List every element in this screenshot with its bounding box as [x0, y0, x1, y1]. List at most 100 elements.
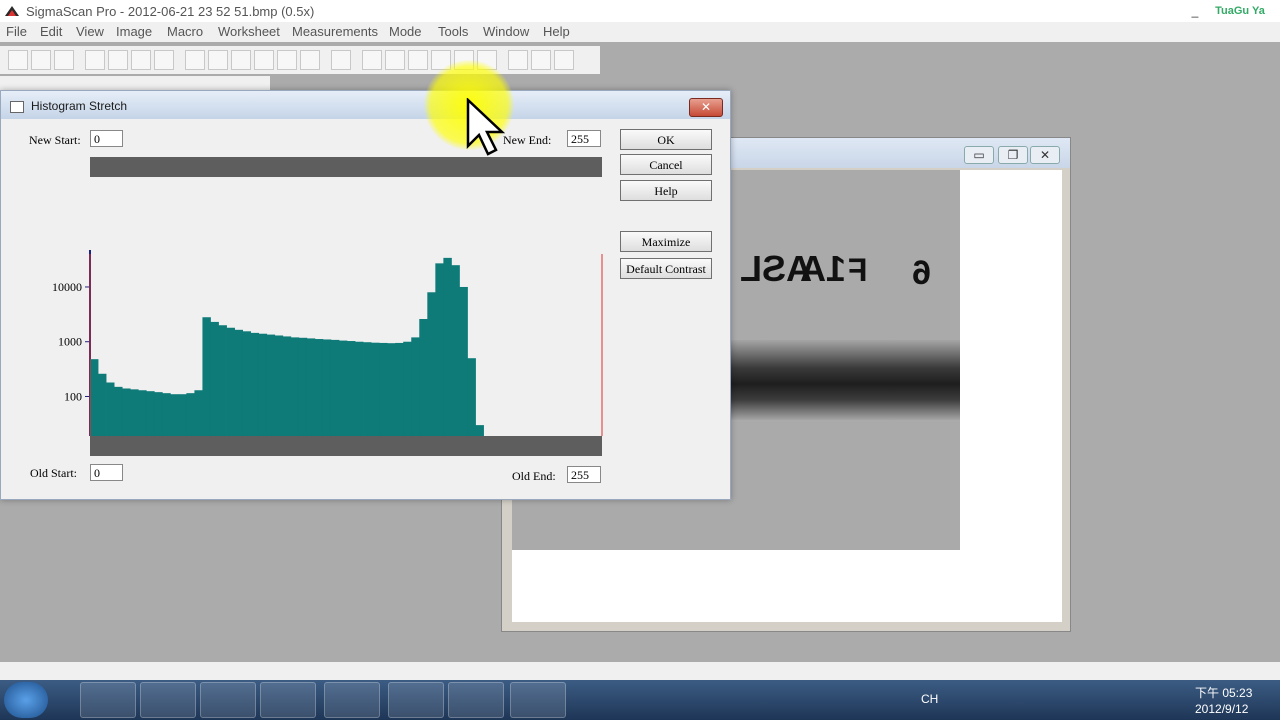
new-end-label: New End:: [503, 133, 552, 147]
open-icon[interactable]: [31, 50, 51, 70]
old-start-label: Old Start:: [30, 466, 77, 480]
powerpoint-icon[interactable]: [388, 682, 444, 718]
new-range-bar[interactable]: [90, 157, 602, 177]
scatter-icon[interactable]: [408, 50, 428, 70]
new-start-label: New Start:: [29, 133, 81, 147]
menu-image[interactable]: Image: [116, 24, 152, 39]
print-icon[interactable]: [331, 50, 351, 70]
menu-window[interactable]: Window: [483, 24, 529, 39]
trace-icon[interactable]: [254, 50, 274, 70]
maximize-contrast-button[interactable]: Maximize Contrast: [620, 231, 712, 269]
settings-icon[interactable]: [554, 50, 574, 70]
pointer-icon[interactable]: [185, 50, 205, 70]
dialog-title: Histogram Stretch: [31, 99, 128, 113]
fill-icon[interactable]: [208, 50, 228, 70]
histogram-bar: [186, 393, 195, 436]
chart-icon[interactable]: [362, 50, 382, 70]
old-start-input[interactable]: 0: [90, 464, 123, 481]
minimize-button[interactable]: _: [1182, 2, 1208, 20]
system-tray: CH 下午 05:23 2012/9/12: [905, 680, 1280, 720]
histogram-bar: [338, 340, 348, 436]
histogram-bar: [467, 358, 476, 436]
ie-icon[interactable]: [200, 682, 256, 718]
histogram-bar: [138, 390, 147, 436]
image-maximize-button[interactable]: ❐: [998, 146, 1028, 164]
histogram-bar: [427, 292, 436, 436]
old-range-bar[interactable]: [90, 436, 602, 456]
histogram-bar: [379, 342, 388, 436]
image-close-button[interactable]: ✕: [1030, 146, 1060, 164]
menu-tools[interactable]: Tools: [438, 24, 468, 39]
histogram-bar: [290, 337, 300, 436]
histogram-bar: [226, 327, 235, 436]
histogram-bar: [170, 394, 179, 436]
help-button[interactable]: Help: [620, 180, 712, 201]
dialog-window-icon: [10, 101, 24, 113]
histogram-bar: [162, 393, 171, 436]
histogram-bar: [258, 333, 268, 436]
frame-icon[interactable]: [508, 50, 528, 70]
histogram-bar: [443, 257, 452, 436]
select-icon[interactable]: [231, 50, 251, 70]
copy-icon[interactable]: [108, 50, 128, 70]
ok-button[interactable]: OK: [620, 129, 712, 150]
histogram-bar: [347, 341, 356, 436]
menu-help[interactable]: Help: [543, 24, 570, 39]
histogram-bar: [314, 339, 324, 436]
histogram-bar: [395, 342, 404, 436]
histogram-bar: [90, 359, 99, 436]
line-chart-icon[interactable]: [385, 50, 405, 70]
grid-icon[interactable]: [300, 50, 320, 70]
save-icon[interactable]: [54, 50, 74, 70]
histogram-stretch-dialog[interactable]: Histogram Stretch ✕ New Start: 0 New End…: [0, 90, 731, 500]
cut-icon[interactable]: [85, 50, 105, 70]
calculator-icon[interactable]: [140, 682, 196, 718]
gel-label-6: 6: [912, 254, 931, 292]
windows-taskbar: CH 下午 05:23 2012/9/12: [0, 680, 1280, 720]
menu-macro[interactable]: Macro: [167, 24, 203, 39]
new-start-input[interactable]: 0: [90, 130, 123, 147]
start-button-icon[interactable]: [4, 682, 48, 718]
camera-icon[interactable]: [324, 682, 380, 718]
clock-date[interactable]: 2012/9/12: [1195, 702, 1248, 716]
monitor-icon[interactable]: [448, 682, 504, 718]
new-end-input[interactable]: 255: [567, 130, 601, 147]
old-end-input[interactable]: 255: [567, 466, 601, 483]
folder-icon[interactable]: [260, 682, 316, 718]
menu-measurements[interactable]: Measurements: [292, 24, 378, 39]
histogram-bar: [114, 386, 123, 436]
y-axis: 010100100010000: [53, 250, 91, 436]
menu-edit[interactable]: Edit: [40, 24, 62, 39]
histogram-bar: [194, 390, 203, 436]
default-contrast-button[interactable]: Default Contrast: [620, 258, 712, 279]
dialog-close-button[interactable]: ✕: [689, 98, 723, 117]
gel-label-f: F: [848, 252, 868, 288]
histogram-bar: [475, 425, 484, 436]
window-title: SigmaScan Pro - 2012-06-21 23 52 51.bmp …: [26, 4, 315, 19]
language-indicator[interactable]: CH: [921, 692, 938, 706]
app-title-bar: SigmaScan Pro - 2012-06-21 23 52 51.bmp …: [0, 0, 1280, 22]
clock-time[interactable]: 下午 05:23: [1195, 684, 1252, 701]
histogram-bar: [355, 341, 364, 436]
menu-mode[interactable]: Mode: [389, 24, 422, 39]
target-icon[interactable]: [531, 50, 551, 70]
image-minimize-button[interactable]: ▭: [964, 146, 994, 164]
histogram-bar: [411, 337, 420, 436]
cancel-button[interactable]: Cancel: [620, 154, 712, 175]
menu-bar: File Edit View Image Macro Worksheet Mea…: [0, 22, 1280, 42]
undo-icon[interactable]: [154, 50, 174, 70]
paint-icon[interactable]: [510, 682, 566, 718]
histogram-bar: [146, 391, 155, 436]
menu-worksheet[interactable]: Worksheet: [218, 24, 280, 39]
histogram-bar: [202, 317, 211, 436]
new-icon[interactable]: [8, 50, 28, 70]
sigmascan-app-icon: [4, 4, 20, 18]
dialog-caption: Histogram Stretch ✕: [1, 91, 730, 119]
histogram-bar: [266, 334, 276, 436]
histogram-bar: [178, 394, 187, 436]
paste-icon[interactable]: [131, 50, 151, 70]
grid-app-icon[interactable]: [80, 682, 136, 718]
point-icon[interactable]: [277, 50, 297, 70]
menu-view[interactable]: View: [76, 24, 104, 39]
menu-file[interactable]: File: [6, 24, 27, 39]
